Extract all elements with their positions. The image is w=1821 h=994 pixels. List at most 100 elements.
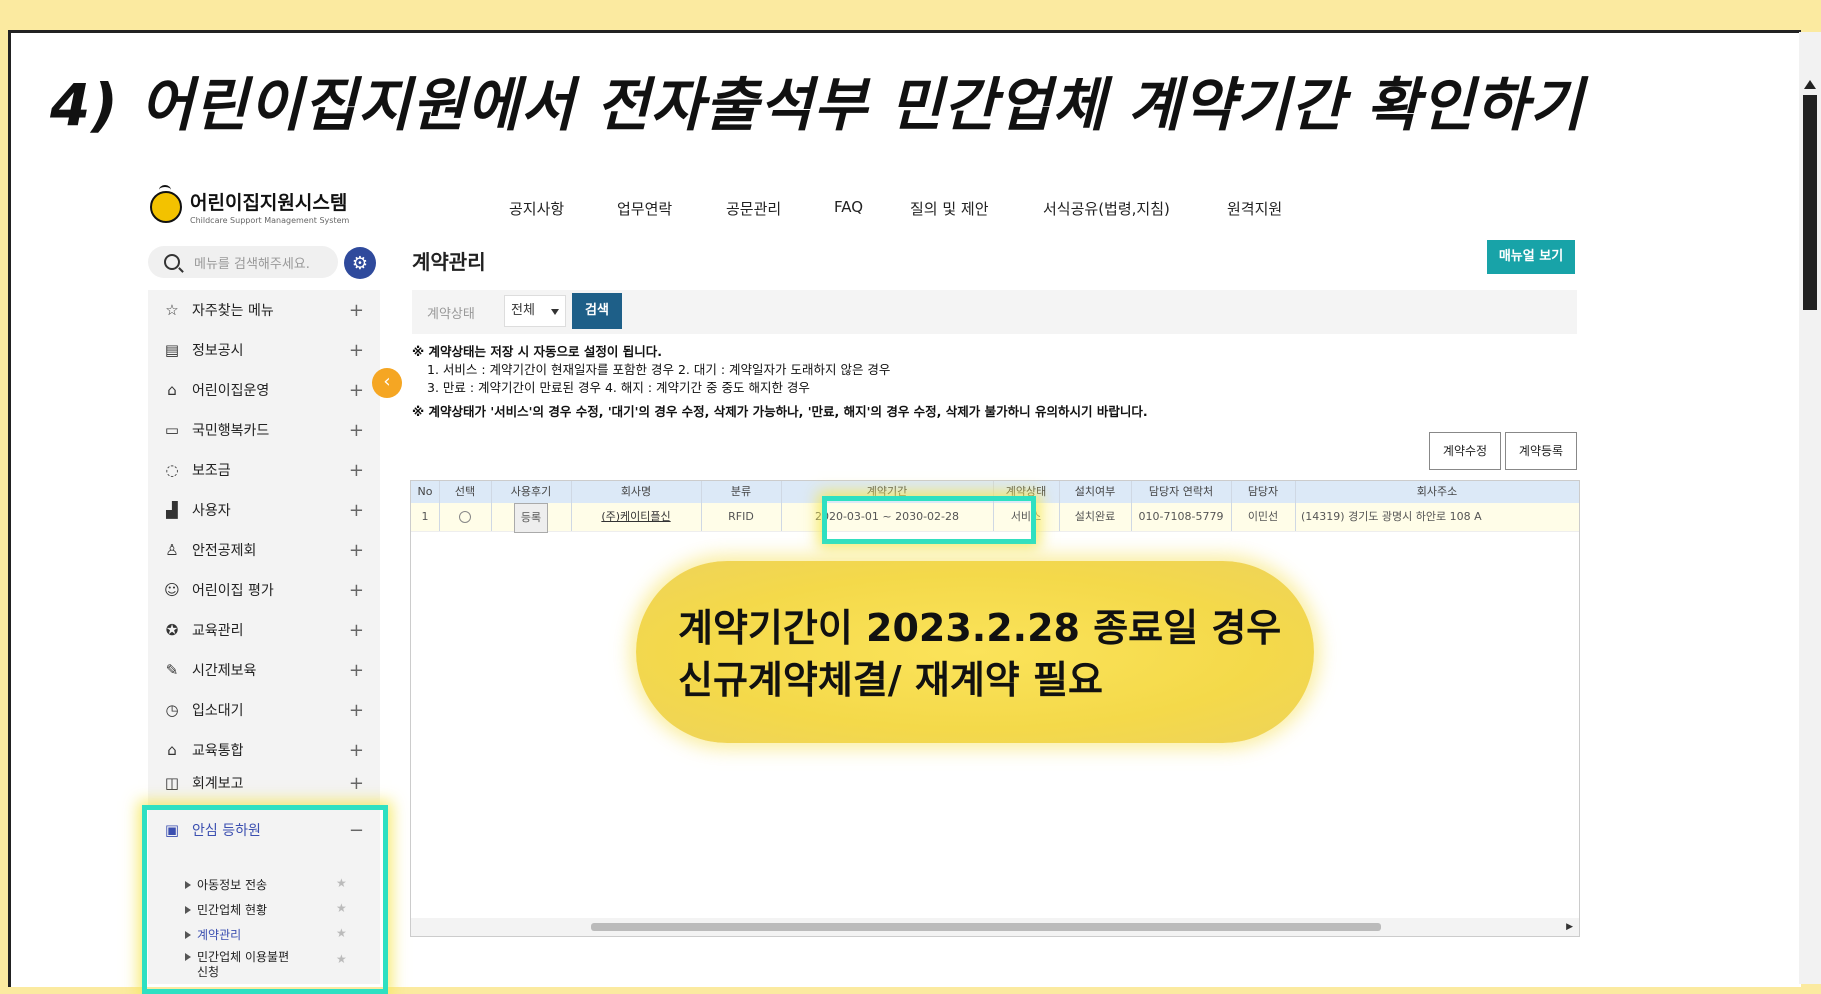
- callout-bubble: 계약기간이 2023.2.28 종료일 경우 신규계약체결/ 재계약 필요: [636, 561, 1314, 743]
- nav-notice[interactable]: 공지사항: [509, 198, 564, 219]
- vertical-scrollbar-thumb[interactable]: [1803, 95, 1817, 310]
- expand-plus-icon[interactable]: +: [349, 740, 364, 761]
- scroll-right-arrow-icon[interactable]: ▶: [1566, 922, 1573, 932]
- cell-install: 설치완료: [1074, 510, 1116, 523]
- expand-plus-icon[interactable]: +: [349, 420, 364, 441]
- column-divider: [491, 481, 492, 531]
- document-icon: ▤: [164, 341, 180, 359]
- col-type: 분류: [730, 485, 752, 498]
- contract-period-highlight-box: [822, 496, 1036, 544]
- column-divider: [1295, 481, 1296, 531]
- column-divider: [1059, 481, 1060, 531]
- column-divider: [571, 481, 572, 531]
- column-divider: [781, 481, 782, 531]
- sidebar-item-education-integration[interactable]: ⌂ 교육통합 +: [148, 730, 380, 770]
- col-no: No: [417, 485, 433, 498]
- settings-gear-icon[interactable]: ⚙: [344, 247, 376, 279]
- col-install: 설치여부: [1074, 485, 1116, 498]
- expand-plus-icon[interactable]: +: [349, 660, 364, 681]
- expand-plus-icon[interactable]: +: [349, 380, 364, 401]
- pen-icon: ✎: [165, 661, 179, 679]
- col-phone: 담당자 연락처: [1148, 485, 1214, 498]
- person-icon: ♙: [165, 541, 179, 559]
- sidebar-item-info-disclosure[interactable]: ▤ 정보공시 +: [148, 330, 380, 370]
- sidebar-item-daycare-evaluation[interactable]: ☺ 어린이집 평가 +: [148, 570, 380, 610]
- scroll-up-arrow-icon[interactable]: [1804, 80, 1816, 89]
- col-select: 선택: [454, 485, 476, 498]
- sidebar-item-safety-mutual[interactable]: ♙ 안전공제회 +: [148, 530, 380, 570]
- sidebar-item-happy-card[interactable]: ▭ 국민행복카드 +: [148, 410, 380, 450]
- nav-form-share[interactable]: 서식공유(법령,지침): [1043, 198, 1170, 219]
- manual-view-button[interactable]: 매뉴얼 보기: [1487, 240, 1575, 274]
- col-review: 사용후기: [510, 485, 552, 498]
- sidebar-item-users[interactable]: ▟ 사용자 +: [148, 490, 380, 530]
- sidebar-item-hourly-care[interactable]: ✎ 시간제보육 +: [148, 650, 380, 690]
- expand-plus-icon[interactable]: +: [349, 620, 364, 641]
- sidebar-item-daycare-operation[interactable]: ⌂ 어린이집운영 +: [148, 370, 380, 410]
- cell-phone: 010-7108-5779: [1138, 510, 1224, 523]
- note-line-2: 1. 서비스 : 계약기간이 현재일자를 포함한 경우 2. 대기 : 계약일자…: [427, 362, 891, 377]
- cell-select: [439, 503, 491, 531]
- row-select-radio[interactable]: [459, 511, 471, 523]
- note-line-4: ※ 계약상태가 '서비스'의 경우 수정, '대기'의 경우 수정, 삭제가 가…: [412, 404, 1148, 419]
- sidebar-item-education[interactable]: ✪ 교육관리 +: [148, 610, 380, 650]
- filter-bar: 계약상태 전체 검색: [412, 290, 1577, 334]
- book-icon: ◫: [164, 774, 180, 792]
- contract-status-select[interactable]: 전체: [504, 295, 566, 327]
- expand-plus-icon[interactable]: +: [349, 340, 364, 361]
- contract-status-label: 계약상태: [427, 307, 475, 322]
- card-icon: ▭: [164, 421, 180, 439]
- horizontal-scrollbar-thumb[interactable]: [591, 923, 1381, 931]
- badge-icon: ✪: [165, 621, 179, 639]
- slide-title: 4) 어린이집지원에서 전자출석부 민간업체 계약기간 확인하기: [50, 71, 1584, 139]
- review-register-button[interactable]: 등록: [513, 503, 549, 533]
- column-divider: [439, 481, 440, 531]
- cell-address: (14319) 경기도 광명시 하안로 108 A: [1301, 510, 1482, 523]
- search-button[interactable]: 검색: [572, 293, 622, 329]
- smile-icon: ☺: [164, 581, 180, 599]
- column-divider: [1131, 481, 1132, 531]
- cell-no: 1: [421, 510, 429, 523]
- sidebar-item-admission-wait[interactable]: ◷ 입소대기 +: [148, 690, 380, 730]
- nav-qna[interactable]: 질의 및 제안: [910, 198, 989, 219]
- note-line-1: ※ 계약상태는 저장 시 자동으로 설정이 됩니다.: [412, 344, 663, 359]
- expand-plus-icon[interactable]: +: [349, 300, 364, 321]
- house-icon: ⌂: [167, 381, 177, 399]
- column-divider: [701, 481, 702, 531]
- chat-icon: ◌: [165, 461, 179, 479]
- expand-plus-icon[interactable]: +: [349, 500, 364, 521]
- sidebar-highlight-box: [142, 805, 388, 994]
- nav-remote-support[interactable]: 원격지원: [1227, 198, 1282, 219]
- star-icon: ☆: [165, 301, 179, 319]
- nav-official-docs[interactable]: 공문관리: [726, 198, 781, 219]
- cell-company-link[interactable]: (주)케이티플신: [571, 503, 701, 531]
- nav-work-contact[interactable]: 업무연락: [617, 198, 672, 219]
- contract-register-button[interactable]: 계약등록: [1505, 432, 1577, 470]
- sidebar-item-accounting[interactable]: ◫ 회계보고 +: [148, 768, 380, 798]
- nav-faq[interactable]: FAQ: [834, 198, 863, 216]
- column-divider: [1231, 481, 1232, 531]
- menu-search-input[interactable]: 메뉴를 검색해주세요.: [148, 246, 338, 278]
- home-stack-icon: ⌂: [167, 741, 177, 759]
- callout-line-2: 신규계약체결/ 재계약 필요: [678, 658, 1103, 702]
- sidebar-item-subsidy[interactable]: ◌ 보조금 +: [148, 450, 380, 490]
- bar-chart-icon: ▟: [166, 501, 178, 519]
- cell-manager: 이민선: [1247, 510, 1279, 523]
- sidebar-item-favorites[interactable]: ☆ 자주찾는 메뉴 +: [148, 290, 380, 330]
- menu-search-placeholder: 메뉴를 검색해주세요.: [194, 256, 310, 272]
- clock-icon: ◷: [165, 701, 179, 719]
- page-title: 계약관리: [412, 250, 486, 274]
- expand-plus-icon[interactable]: +: [349, 540, 364, 561]
- cell-review: 등록: [491, 503, 571, 533]
- expand-plus-icon[interactable]: +: [349, 700, 364, 721]
- sidebar-collapse-chevron-icon[interactable]: ‹: [372, 368, 402, 398]
- expand-plus-icon[interactable]: +: [349, 460, 364, 481]
- expand-plus-icon[interactable]: +: [349, 773, 364, 794]
- expand-plus-icon[interactable]: +: [349, 580, 364, 601]
- note-line-3: 3. 만료 : 계약기간이 만료된 경우 4. 해지 : 계약기간 중 중도 해…: [427, 380, 810, 395]
- horizontal-scrollbar[interactable]: ◀ ▶: [411, 918, 1579, 936]
- top-navigation: 공지사항 업무연락 공문관리 FAQ 질의 및 제안 서식공유(법령,지침) 원…: [0, 198, 1300, 218]
- contract-edit-button[interactable]: 계약수정: [1429, 432, 1501, 470]
- col-company: 회사명: [620, 485, 652, 498]
- cell-type: RFID: [728, 510, 754, 523]
